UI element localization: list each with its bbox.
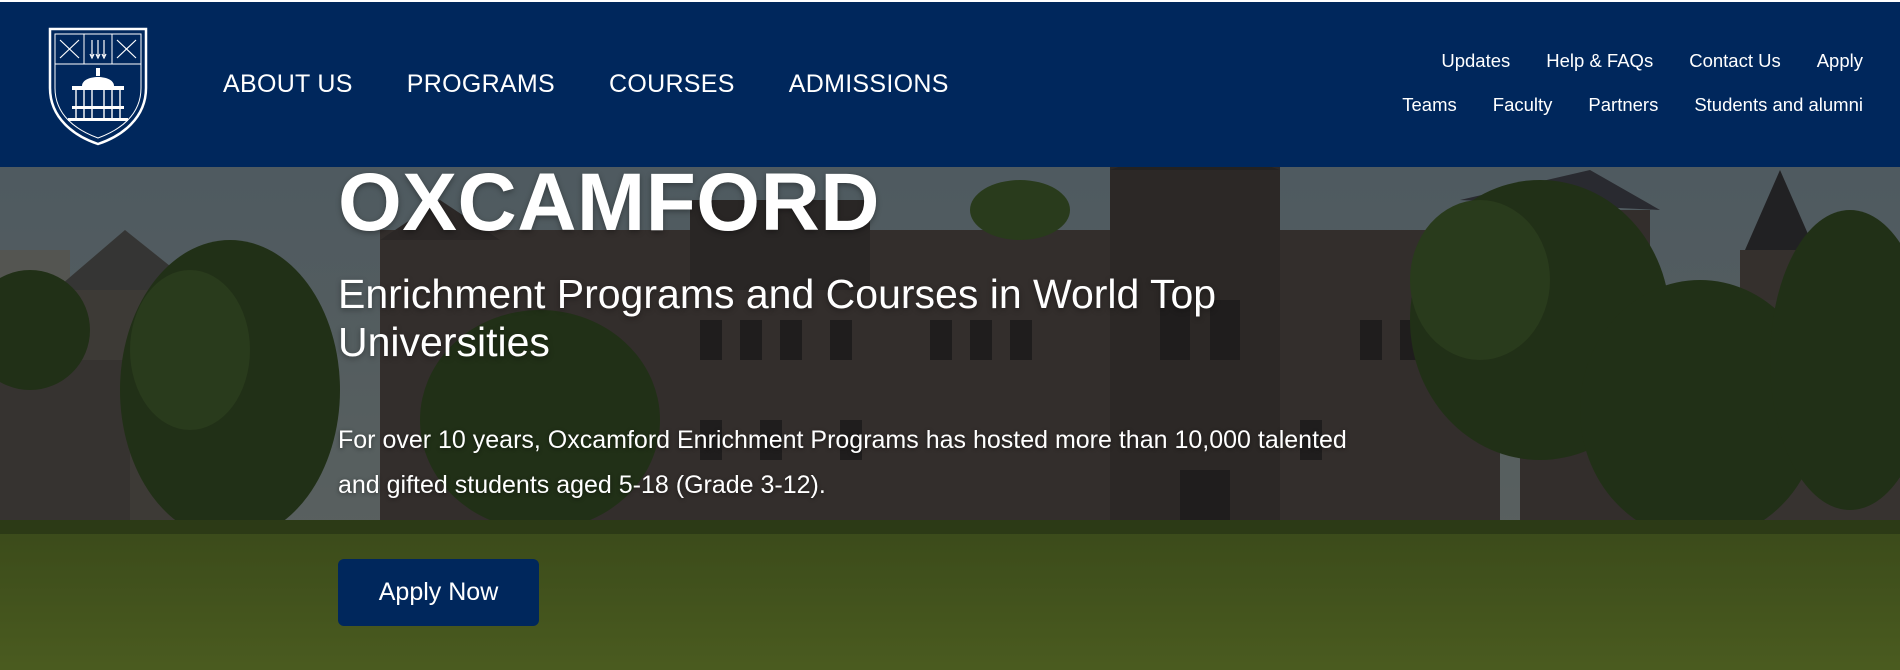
hero-content: OXCAMFORD Enrichment Programs and Course… <box>338 158 1388 508</box>
primary-navigation: ABOUT US PROGRAMS COURSES ADMISSIONS <box>223 70 1003 99</box>
nav-programs[interactable]: PROGRAMS <box>407 70 555 99</box>
link-faculty[interactable]: Faculty <box>1493 94 1553 116</box>
utility-nav-row-1: Updates Help & FAQs Contact Us Apply <box>1343 50 1863 72</box>
utility-navigation: Updates Help & FAQs Contact Us Apply Tea… <box>1343 50 1863 138</box>
hero-title: OXCAMFORD <box>338 157 881 248</box>
hero-description: For over 10 years, Oxcamford Enrichment … <box>338 426 1347 499</box>
nav-about-us[interactable]: ABOUT US <box>223 70 353 99</box>
site-header: ABOUT US PROGRAMS COURSES ADMISSIONS Upd… <box>0 0 1900 167</box>
apply-now-button[interactable]: Apply Now <box>338 559 539 626</box>
link-contact-us[interactable]: Contact Us <box>1689 50 1781 72</box>
link-apply[interactable]: Apply <box>1817 50 1863 72</box>
hero-subtitle: Enrichment Programs and Courses in World… <box>338 271 1217 365</box>
link-students-alumni[interactable]: Students and alumni <box>1694 94 1863 116</box>
link-partners[interactable]: Partners <box>1588 94 1658 116</box>
link-help-faqs[interactable]: Help & FAQs <box>1546 50 1653 72</box>
link-updates[interactable]: Updates <box>1441 50 1510 72</box>
nav-admissions[interactable]: ADMISSIONS <box>789 70 949 99</box>
university-crest-icon[interactable] <box>46 26 150 146</box>
utility-nav-row-2: Teams Faculty Partners Students and alum… <box>1343 94 1863 116</box>
nav-courses[interactable]: COURSES <box>609 70 735 99</box>
link-teams[interactable]: Teams <box>1402 94 1457 116</box>
